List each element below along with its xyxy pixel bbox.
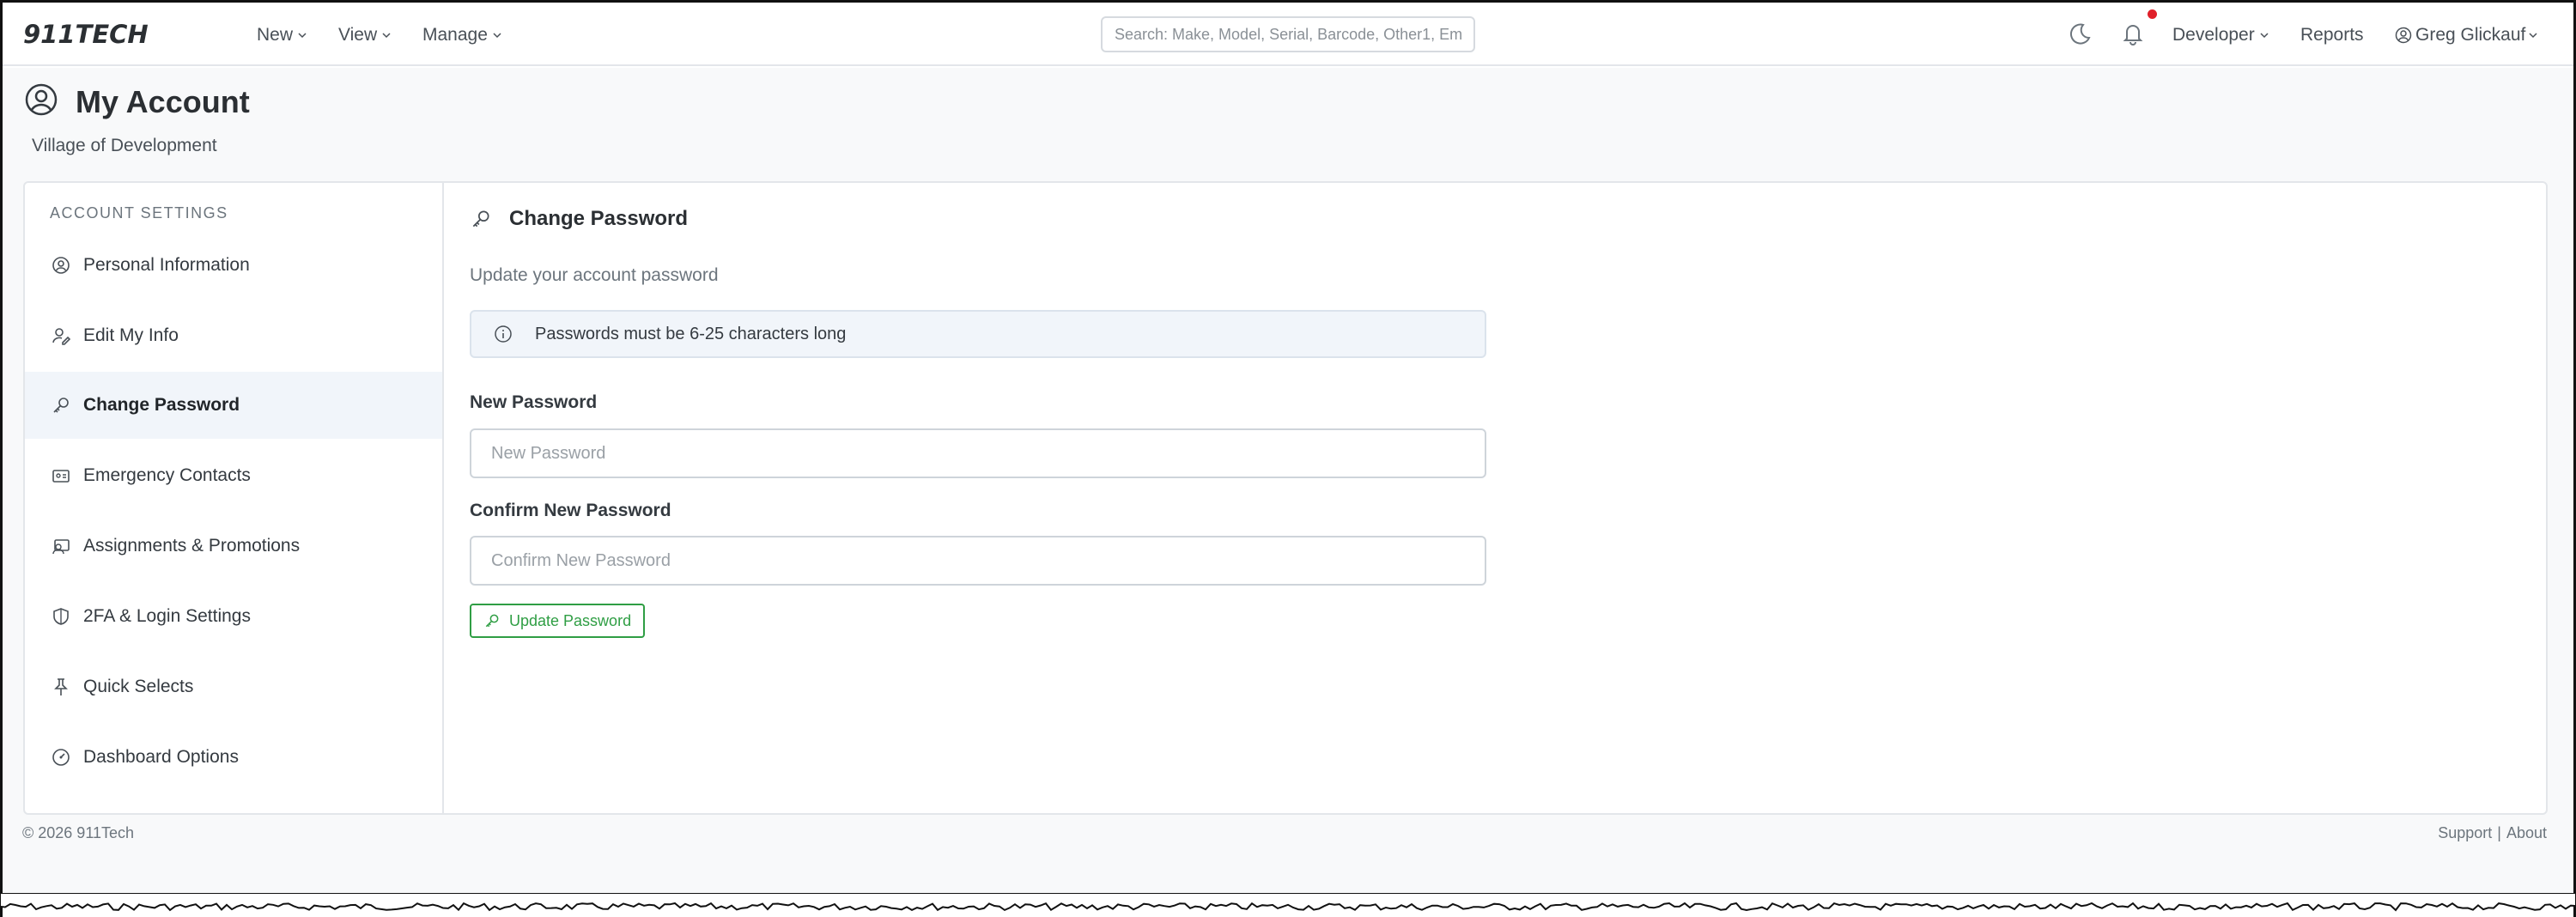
torn-edge-decoration xyxy=(0,893,2576,912)
screenshot-frame xyxy=(0,0,2576,917)
